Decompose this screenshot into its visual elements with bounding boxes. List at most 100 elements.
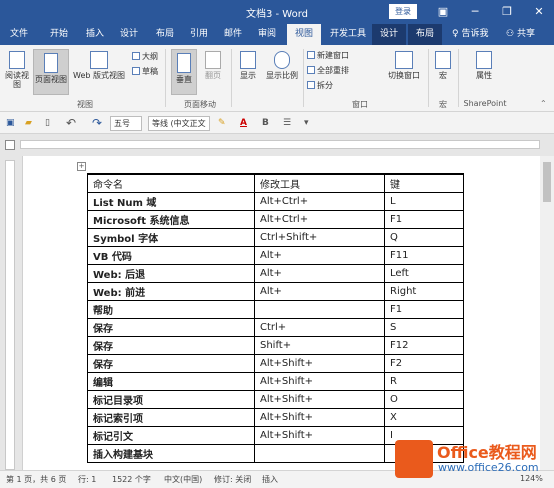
- modifier-cell[interactable]: Alt+Shift+: [254, 425, 385, 445]
- macros-button[interactable]: 宏: [432, 51, 454, 80]
- command-name-cell[interactable]: 保存: [87, 317, 255, 337]
- highlight-icon[interactable]: ✎: [218, 116, 226, 130]
- tab-view[interactable]: 视图: [287, 24, 321, 45]
- command-name-cell[interactable]: 标记索引项: [87, 407, 255, 427]
- maximize-button[interactable]: ❐: [492, 0, 522, 24]
- switch-windows-button[interactable]: 切换窗口: [384, 51, 424, 80]
- draft-button[interactable]: 草稿: [132, 66, 158, 78]
- side-by-side-button[interactable]: 翻页: [200, 51, 226, 80]
- tab-developer[interactable]: 开发工具: [326, 24, 370, 45]
- key-cell[interactable]: F12: [384, 335, 464, 355]
- page-count[interactable]: 第 1 页，共 6 页: [6, 474, 66, 485]
- command-name-cell[interactable]: 标记目录项: [87, 389, 255, 409]
- new-document-icon[interactable]: ▯: [45, 116, 50, 130]
- key-cell[interactable]: Right: [384, 281, 464, 301]
- key-cell[interactable]: L: [384, 191, 464, 211]
- vertical-ruler-bar[interactable]: [5, 160, 15, 470]
- undo-icon[interactable]: ↶: [66, 116, 76, 130]
- modifier-cell[interactable]: Alt+Shift+: [254, 389, 385, 409]
- table-move-handle-icon[interactable]: +: [77, 162, 86, 171]
- modifier-cell[interactable]: Alt+Shift+: [254, 407, 385, 427]
- command-name-cell[interactable]: Microsoft 系统信息: [87, 209, 255, 229]
- command-name-cell[interactable]: List Num 域: [87, 191, 255, 211]
- show-button[interactable]: 显示: [236, 51, 260, 80]
- key-cell[interactable]: F1: [384, 209, 464, 229]
- key-cell[interactable]: O: [384, 389, 464, 409]
- command-name-cell[interactable]: VB 代码: [87, 245, 255, 265]
- share-button[interactable]: ⚇ 共享: [506, 27, 551, 42]
- modifier-cell[interactable]: Alt+Shift+: [254, 353, 385, 373]
- tab-layout[interactable]: 布局: [150, 24, 180, 45]
- print-layout-button[interactable]: 页面视图: [33, 49, 69, 95]
- key-cell[interactable]: F11: [384, 245, 464, 265]
- modifier-cell[interactable]: Alt+Ctrl+: [254, 191, 385, 211]
- close-button[interactable]: ✕: [524, 0, 554, 24]
- properties-button[interactable]: 属性: [470, 51, 498, 80]
- ruler-bar[interactable]: [20, 140, 540, 149]
- table-header-cell[interactable]: 键: [384, 173, 464, 193]
- command-name-cell[interactable]: 编辑: [87, 371, 255, 391]
- tab-table-design[interactable]: 设计: [372, 24, 406, 45]
- list-icon[interactable]: ☰: [283, 116, 291, 130]
- minimize-button[interactable]: ─: [460, 0, 490, 24]
- open-icon[interactable]: ▰: [25, 116, 32, 130]
- tab-home[interactable]: 开始: [44, 24, 74, 45]
- language[interactable]: 中文(中国): [164, 474, 202, 485]
- tab-insert[interactable]: 插入: [80, 24, 110, 45]
- collapse-ribbon-icon[interactable]: ⌃: [540, 99, 547, 108]
- modifier-cell[interactable]: Alt+Shift+: [254, 371, 385, 391]
- command-name-cell[interactable]: 保存: [87, 335, 255, 355]
- modifier-cell[interactable]: Alt+: [254, 263, 385, 283]
- modifier-cell[interactable]: Ctrl+Shift+: [254, 227, 385, 247]
- tab-references[interactable]: 引用: [184, 24, 214, 45]
- font-name-select[interactable]: 等线 (中文正文: [148, 116, 210, 131]
- command-name-cell[interactable]: Web: 前进: [87, 281, 255, 301]
- tab-selector-icon[interactable]: [5, 140, 15, 150]
- modifier-cell[interactable]: [254, 443, 385, 463]
- modifier-cell[interactable]: Shift+: [254, 335, 385, 355]
- key-cell[interactable]: X: [384, 407, 464, 427]
- vertical-scrollbar[interactable]: [540, 156, 554, 470]
- track-changes[interactable]: 修订: 关闭: [214, 474, 251, 485]
- tab-mailings[interactable]: 邮件: [218, 24, 248, 45]
- command-name-cell[interactable]: 帮助: [87, 299, 255, 319]
- redo-icon[interactable]: ↷: [92, 116, 102, 130]
- split-button[interactable]: 拆分: [307, 80, 333, 92]
- tab-review[interactable]: 审阅: [252, 24, 282, 45]
- insert-mode[interactable]: 插入: [262, 474, 278, 485]
- scrollbar-thumb[interactable]: [543, 162, 551, 202]
- command-name-cell[interactable]: Web: 后退: [87, 263, 255, 283]
- vertical-button[interactable]: 垂直: [171, 49, 197, 95]
- font-color-icon[interactable]: A: [240, 116, 247, 130]
- zoom-button[interactable]: 显示比例: [264, 51, 300, 80]
- command-name-cell[interactable]: 插入构建基块: [87, 443, 255, 463]
- modifier-cell[interactable]: [254, 299, 385, 319]
- modifier-cell[interactable]: Alt+: [254, 245, 385, 265]
- key-cell[interactable]: R: [384, 371, 464, 391]
- tab-design[interactable]: 设计: [114, 24, 144, 45]
- tab-file[interactable]: 文件: [4, 24, 34, 45]
- ribbon-display-options-icon[interactable]: ▣: [428, 0, 458, 24]
- arrange-all-button[interactable]: 全部重排: [307, 65, 349, 77]
- login-button[interactable]: 登录: [389, 4, 417, 19]
- shortcut-table[interactable]: 命令名 修改工具 键 List Num 域 Alt+Ctrl+ L Microsoft…: [87, 173, 464, 463]
- new-window-button[interactable]: 新建窗口: [307, 50, 349, 62]
- bold-icon[interactable]: B: [262, 116, 269, 130]
- save-icon[interactable]: ▣: [6, 116, 15, 130]
- key-cell[interactable]: F2: [384, 353, 464, 373]
- key-cell[interactable]: Left: [384, 263, 464, 283]
- table-header-cell[interactable]: 命令名: [87, 173, 255, 193]
- modifier-cell[interactable]: Ctrl+: [254, 317, 385, 337]
- command-name-cell[interactable]: 标记引文: [87, 425, 255, 445]
- key-cell[interactable]: S: [384, 317, 464, 337]
- customize-qat-icon[interactable]: ▾: [304, 116, 309, 130]
- outline-button[interactable]: 大纲: [132, 51, 158, 63]
- word-count[interactable]: 1522 个字: [112, 474, 151, 485]
- modifier-cell[interactable]: Alt+: [254, 281, 385, 301]
- modifier-cell[interactable]: Alt+Ctrl+: [254, 209, 385, 229]
- tab-table-layout[interactable]: 布局: [408, 24, 442, 45]
- tell-me-search[interactable]: ♀ 告诉我: [452, 27, 504, 42]
- table-header-cell[interactable]: 修改工具: [254, 173, 385, 193]
- web-layout-button[interactable]: Web 版式视图: [70, 51, 128, 80]
- line-number[interactable]: 行: 1: [78, 474, 96, 485]
